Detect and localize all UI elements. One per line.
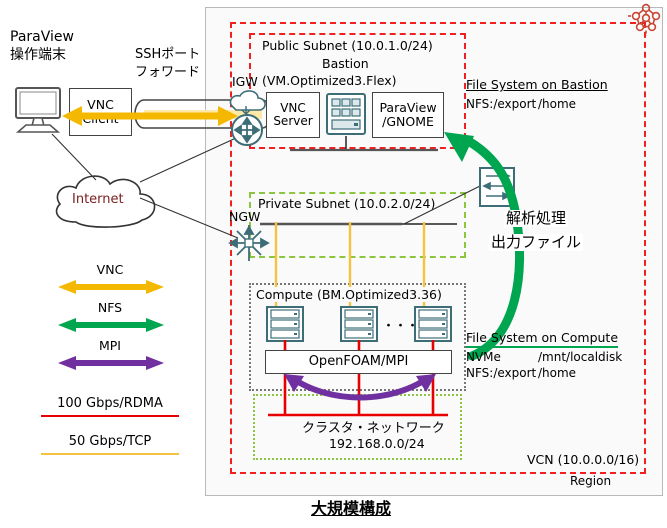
- legend-rule-1-line: [41, 453, 179, 455]
- compute-node-2[interactable]: [340, 306, 378, 342]
- fs-compute-row1-mount: /home: [538, 366, 577, 380]
- legend-arrow-2-mpi: [58, 356, 164, 370]
- legend-arrow-0-vnc: [58, 280, 164, 294]
- legend-rule-0-label: 100 Gbps/RDMA: [57, 396, 163, 411]
- mpi-interconnect-arrow: [284, 374, 436, 401]
- legend-arrow-2-label: MPI: [98, 338, 121, 353]
- legend-arrow-1-label: NFS: [97, 300, 123, 315]
- legend-arrow-1-nfs: [58, 318, 164, 332]
- fs-compute-row0-proto: NVMe: [466, 350, 501, 364]
- fs-compute-row1-proto: NFS:/export: [466, 366, 537, 380]
- terminal-label-line1: ParaView: [10, 29, 74, 45]
- compute-node-1[interactable]: [266, 306, 304, 342]
- region-label: Region: [570, 474, 612, 488]
- fs-bastion-row0-mount: /home: [538, 97, 577, 111]
- fs-bastion-row0-proto: NFS:/export: [466, 97, 537, 111]
- compute-node-n[interactable]: [414, 306, 452, 342]
- vnc-server-line2: Server: [273, 114, 313, 128]
- desktop-gui-icon: [326, 93, 366, 135]
- bastion-subtitle: Bastion: [322, 56, 369, 71]
- vnc-server-box[interactable]: VNC Server: [266, 92, 320, 138]
- openfoam-mpi-label: OpenFOAM/MPI: [308, 353, 409, 369]
- vcn-label: VCN (10.0.0.0/16): [527, 452, 640, 467]
- flow-annotation-line1: 解析処理: [504, 209, 569, 227]
- fs-bastion-heading: File System on Bastion: [466, 77, 608, 92]
- fs-compute-heading: File System on Compute: [466, 330, 619, 348]
- legend-arrow-0-label: VNC: [96, 262, 124, 277]
- legend-rule-0-line: [41, 415, 179, 417]
- legend-rule-1-label: 50 Gbps/TCP: [68, 434, 152, 449]
- cluster-network-line1: クラスタ・ネットワーク: [302, 421, 445, 436]
- paraview-line2: /GNOME: [382, 114, 434, 129]
- flow-annotation-line2: 出力ファイル: [489, 233, 584, 251]
- tunnel-label-line2: フォワード: [135, 65, 201, 80]
- terminal-label-line2: 操作端末: [10, 47, 66, 63]
- public-subnet-title: Public Subnet (10.0.1.0/24): [262, 38, 433, 53]
- fs-compute-row0-mount: /mnt/localdisk: [538, 350, 623, 364]
- cluster-network-line2: 192.168.0.0/24: [329, 436, 425, 451]
- compute-title: Compute (BM.Optimized3.36): [256, 287, 442, 302]
- compute-nodes-ellipsis: ・・・: [382, 319, 419, 334]
- oracle-cluster-icon: [628, 3, 661, 36]
- bastion-shape: (VM.Optimized3.Flex): [262, 73, 397, 88]
- tunnel-label-line1: SSHポート: [135, 47, 201, 62]
- vnc-server-line1: VNC: [280, 100, 306, 115]
- figure-title: 大規模構成: [311, 499, 392, 518]
- openfoam-mpi-box[interactable]: OpenFOAM/MPI: [265, 350, 452, 374]
- paraview-line1: ParaView: [379, 100, 437, 115]
